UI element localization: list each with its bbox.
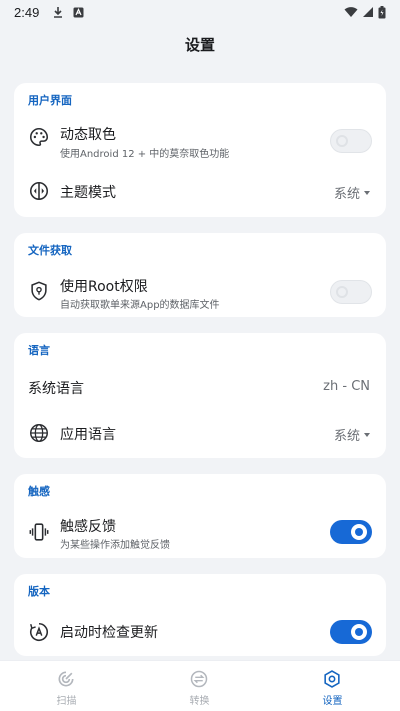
dynamic-color-title: 动态取色 [60,127,116,143]
root-title: 使用Root权限 [60,279,148,295]
theme-mode-dropdown[interactable]: 系统 [334,183,370,202]
nav-item-scan[interactable]: 扫描 [0,661,133,711]
app-language-row[interactable]: 应用语言 系统 [14,411,386,457]
haptics-section-header: 触感 [28,485,50,498]
scan-icon [58,671,74,687]
ui-section-header: 用户界面 [28,94,72,107]
chevron-down-icon [364,190,370,195]
app-language-value: 系统 [333,429,360,444]
toggle-knob [351,524,367,540]
dynamic-color-subtitle: 使用Android 12 + 中的莫奈取色功能 [60,149,230,160]
nav-label-settings: 设置 [322,696,343,707]
nav-item-settings[interactable]: 设置 [266,661,399,711]
theme-mode-row[interactable]: 主题模式 系统 [14,169,386,215]
root-toggle[interactable] [330,280,372,304]
chevron-down-icon [364,432,370,437]
file-section-card: 文件获取 使用Root权限 自动获取歌单来源App的数据库文件 [14,233,386,317]
version-section-header: 版本 [28,585,50,598]
palette-icon [30,127,49,147]
version-section-card: 版本 启动时检查更新 [14,574,386,656]
file-section-header: 文件获取 [28,244,72,257]
settings-icon [324,670,340,688]
check-update-row[interactable]: 启动时检查更新 [14,600,386,656]
bottom-navigation: 扫描 转换 设置 [0,660,400,711]
haptic-feedback-title: 触感反馈 [60,519,116,535]
dynamic-color-toggle[interactable] [330,129,372,153]
nav-label-scan: 扫描 [56,696,77,707]
check-update-title: 启动时检查更新 [60,625,158,641]
app-language-dropdown[interactable]: 系统 [334,425,370,444]
language-section-card: 语言 系统语言 zh - CN 应用语言 系统 [14,333,386,458]
update-icon [29,622,48,641]
theme-mode-title: 主题模式 [60,185,116,201]
status-time: 2:49 [14,4,40,20]
globe-icon [30,424,48,442]
wifi-icon [344,7,358,17]
theme-mode-icon [29,181,49,201]
toggle-knob [336,286,348,298]
app-notification-icon [73,7,84,17]
root-subtitle: 自动获取歌单来源App的数据库文件 [60,300,220,311]
signal-icon [363,7,373,17]
haptic-feedback-row[interactable]: 触感反馈 为某些操作添加触觉反馈 [14,500,386,556]
page-title: 设置 [184,36,215,54]
app-language-title: 应用语言 [60,427,116,443]
system-language-value: zh - CN [323,379,370,394]
status-bar: 2:49 [0,0,400,24]
language-section-header: 语言 [28,344,50,357]
haptic-feedback-toggle[interactable] [330,520,372,544]
haptics-section-card: 触感 触感反馈 为某些操作添加触觉反馈 [14,474,386,558]
vibration-icon [29,523,49,541]
root-row[interactable]: 使用Root权限 自动获取歌单来源App的数据库文件 [14,259,386,315]
toggle-knob [351,624,367,640]
nav-label-convert: 转换 [189,696,210,707]
system-language-row[interactable]: 系统语言 zh - CN [14,359,386,407]
shield-icon [31,281,47,301]
theme-mode-value: 系统 [333,187,360,202]
haptic-feedback-subtitle: 为某些操作添加触觉反馈 [60,540,170,551]
system-language-title: 系统语言 [28,381,84,397]
dynamic-color-row[interactable]: 动态取色 使用Android 12 + 中的莫奈取色功能 [14,109,386,165]
battery-icon [378,5,386,18]
download-icon [54,7,63,18]
check-update-toggle[interactable] [330,620,372,644]
ui-section-card: 用户界面 动态取色 使用Android 12 + 中的莫奈取色功能 主题模式 系… [14,83,386,217]
nav-item-convert[interactable]: 转换 [133,661,266,711]
toggle-knob [336,135,348,147]
convert-icon [190,670,208,688]
